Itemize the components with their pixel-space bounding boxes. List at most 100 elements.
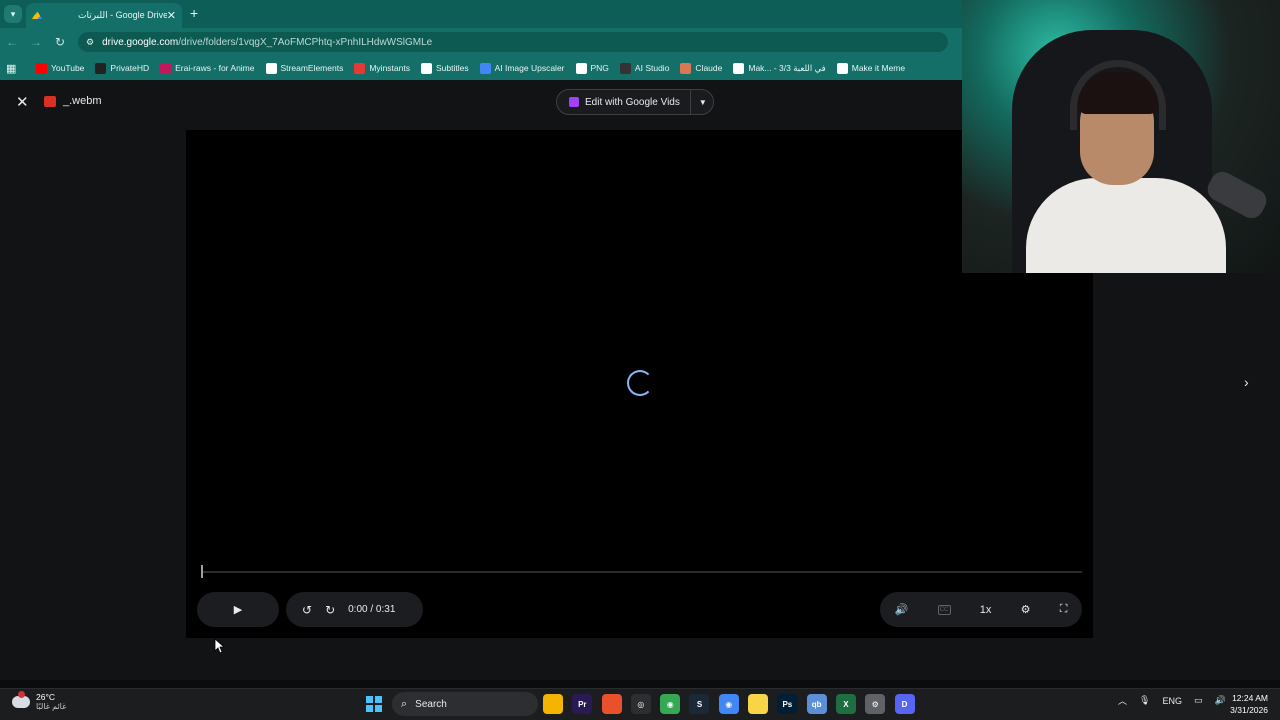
video-progress-bar[interactable] [202,571,1082,573]
browser-tab[interactable]: اللبرتات - Google Drive ✕ [26,3,182,28]
loading-spinner-icon [627,370,653,396]
bookmark-label: Claude [695,63,723,73]
url-path: /drive/folders/1vqgX_7AoFMCPhtq-xPnhILHd… [178,36,433,48]
microphone-tray-icon[interactable]: 🎙 [1139,695,1150,706]
settings-gear-icon[interactable]: ⚙ [1021,603,1031,616]
forward-10-icon[interactable]: ↻ [325,603,335,617]
bookmark-label: StreamElements [280,63,344,73]
bookmark-label: PrivateHD [110,63,150,73]
dropdown-caret-icon[interactable]: ▼ [699,98,707,107]
premiere-icon[interactable]: Pr [572,694,593,714]
bookmark-label: AI Studio [634,63,670,73]
taskbar-search-box[interactable]: ⌕ Search [392,692,538,716]
bookmark-label: Myinstants [369,63,410,73]
address-bar-row: ← → ↻ ⚙ drive.google.com/drive/folders/1… [0,28,962,56]
bookmarks-bar: ▦ YouTube PrivateHD Erai-raws - for Anime S… [0,56,962,80]
notification-badge [18,690,25,698]
bookmark-item[interactable]: StreamElements [265,62,344,74]
bookmark-item[interactable]: Make it Meme [836,62,906,74]
bookmark-item[interactable]: Mak... - 3/3 في اللعبة [733,62,826,74]
bookmark-item[interactable]: Myinstants [354,62,410,74]
google-vids-icon [569,97,579,107]
chrome-active-icon[interactable]: ◉ [718,694,739,714]
tab-close-icon[interactable]: ✕ [167,9,176,22]
forward-arrow-icon[interactable]: → [24,35,48,49]
bookmark-favicon-icon [265,62,277,74]
bookmark-item[interactable]: AI Image Upscaler [479,62,565,74]
rewind-10-icon[interactable]: ↺ [302,603,312,617]
edit-with-google-vids-button[interactable]: Edit with Google Vids ▼ [556,89,714,115]
excel-icon[interactable]: X [835,694,856,714]
file-explorer-icon[interactable] [543,694,563,714]
windows-start-icon[interactable] [366,696,382,712]
google-drive-favicon-icon [32,10,42,19]
bookmark-item[interactable]: Claude [680,62,723,74]
weather-temperature: 26°C [36,692,55,702]
streamer-body [1026,178,1226,273]
speaker-icon[interactable]: 🔊 [1214,695,1225,706]
bookmark-item[interactable]: Erai-raws - for Anime [160,62,255,74]
bookmark-item[interactable]: YouTube [36,62,85,74]
play-icon: ▶ [233,604,243,616]
weather-widget[interactable]: 26°C غائم غالبًا [12,690,67,711]
search-label: Search [415,698,447,710]
omnibox[interactable]: ⚙ drive.google.com/drive/folders/1vqgX_7… [78,32,948,52]
bookmark-label: PNG [590,63,609,73]
playback-speed-button[interactable]: 1x [980,604,992,616]
captions-icon[interactable]: CC [937,604,951,615]
site-info-icon[interactable]: ⚙ [86,37,94,48]
obs-icon[interactable]: ◎ [630,694,651,714]
clock-date: 3/31/2026 [1230,705,1268,715]
chrome-icon[interactable]: ◉ [660,694,681,714]
photoshop-icon[interactable]: Ps [777,694,798,714]
settings-icon[interactable]: ⚙ [865,694,886,714]
mouse-pointer-icon [214,638,226,654]
clock-time: 12:24 AM [1232,693,1268,703]
bookmark-favicon-icon [733,62,745,74]
bookmark-label: Make it Meme [851,63,906,73]
bookmark-favicon-icon [420,62,432,74]
network-icon[interactable]: ▭ [1194,695,1203,706]
bookmark-label: YouTube [51,63,85,73]
next-file-arrow-icon[interactable]: › [1244,374,1249,390]
steam-icon[interactable]: S [689,694,710,714]
tab-title: اللبرتات - Google Drive [78,10,167,20]
back-arrow-icon[interactable]: ← [0,35,24,49]
fullscreen-icon[interactable]: ⛶ [1060,603,1068,616]
bookmark-favicon-icon [836,62,848,74]
bookmark-favicon-icon [479,62,491,74]
search-icon: ⌕ [401,697,408,710]
new-tab-button[interactable]: + [190,5,198,21]
bookmark-favicon-icon [619,62,631,74]
bookmark-item[interactable]: PNG [575,62,609,74]
url-host: drive.google.com [102,36,179,48]
bookmark-label: Erai-raws - for Anime [175,63,255,73]
show-hidden-icons-icon[interactable]: ︿ [1118,694,1127,707]
button-divider [689,89,691,115]
close-viewer-icon[interactable]: ✕ [16,93,29,111]
qbittorrent-icon[interactable]: qb [806,694,827,714]
bookmark-label: Subtitles [435,63,469,73]
sticky-notes-icon[interactable] [748,694,769,714]
reload-icon[interactable]: ↻ [48,35,72,49]
language-indicator[interactable]: ENG [1162,696,1182,706]
apps-grid-icon[interactable]: ▦ [6,62,20,75]
player-settings-controls: 🔊 CC 1x ⚙ ⛶ [880,592,1082,627]
play-button[interactable]: ▶ [197,592,279,627]
app-orange-icon[interactable] [601,694,622,714]
time-display: 0:00 / 0:31 [348,604,396,615]
bookmark-favicon-icon [160,62,172,74]
volume-icon[interactable]: 🔊 [895,603,909,616]
bookmark-item[interactable]: AI Studio [619,62,670,74]
bookmark-favicon-icon [575,62,587,74]
bookmark-item[interactable]: PrivateHD [95,62,150,74]
weather-description: غائم غالبًا [36,702,67,711]
bookmark-favicon-icon [95,62,107,74]
file-name: _.webm [63,95,102,107]
tab-search-dropdown-icon[interactable]: ▾ [4,5,22,23]
discord-icon[interactable]: D [894,694,915,714]
progress-scrubber[interactable] [201,565,203,578]
bookmark-item[interactable]: Subtitles [420,62,469,74]
taskbar-clock[interactable]: 12:24 AM 3/31/2026 [1226,692,1268,716]
url-text[interactable]: drive.google.com/drive/folders/1vqgX_7Ao… [102,37,432,48]
